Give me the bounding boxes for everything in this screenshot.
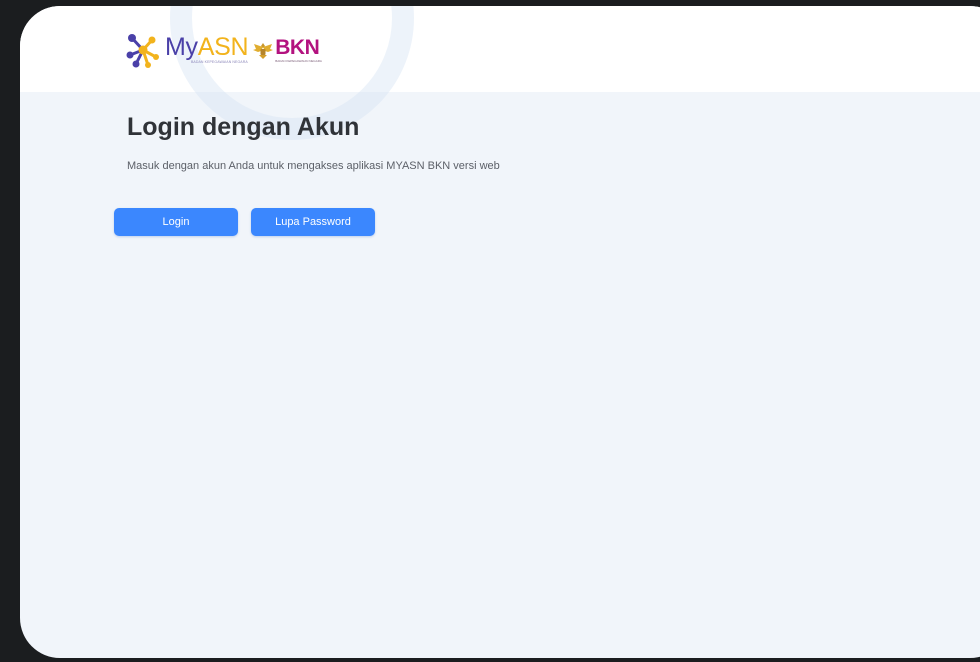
page-subtitle: Masuk dengan akun Anda untuk mengakses a… — [127, 160, 500, 172]
page-title: Login dengan Akun — [127, 113, 360, 141]
forgot-password-button[interactable]: Lupa Password — [251, 208, 375, 236]
bkn-wordmark: BKN BADAN KEPEGAWAIAN NEGARA — [275, 37, 322, 63]
brand-logo: MyASN BADAN KEPEGAWAIAN NEGARA BKN BADAN… — [124, 30, 322, 70]
myasn-prefix: My — [165, 33, 198, 62]
bkn-logo-text: BKN — [275, 36, 320, 59]
app-window: MyASN BADAN KEPEGAWAIAN NEGARA BKN BADAN… — [20, 6, 980, 658]
login-button[interactable]: Login — [114, 208, 238, 236]
bkn-caption: BADAN KEPEGAWAIAN NEGARA — [275, 59, 322, 63]
myasn-suffix: ASN — [197, 33, 249, 62]
garuda-emblem-icon — [253, 43, 274, 59]
header-bar: MyASN BADAN KEPEGAWAIAN NEGARA BKN BADAN… — [20, 6, 980, 140]
myasn-wordmark: MyASN BADAN KEPEGAWAIAN NEGARA — [165, 33, 249, 65]
myasn-logo-icon — [126, 34, 159, 68]
myasn-caption: BADAN KEPEGAWAIAN NEGARA — [191, 60, 248, 65]
